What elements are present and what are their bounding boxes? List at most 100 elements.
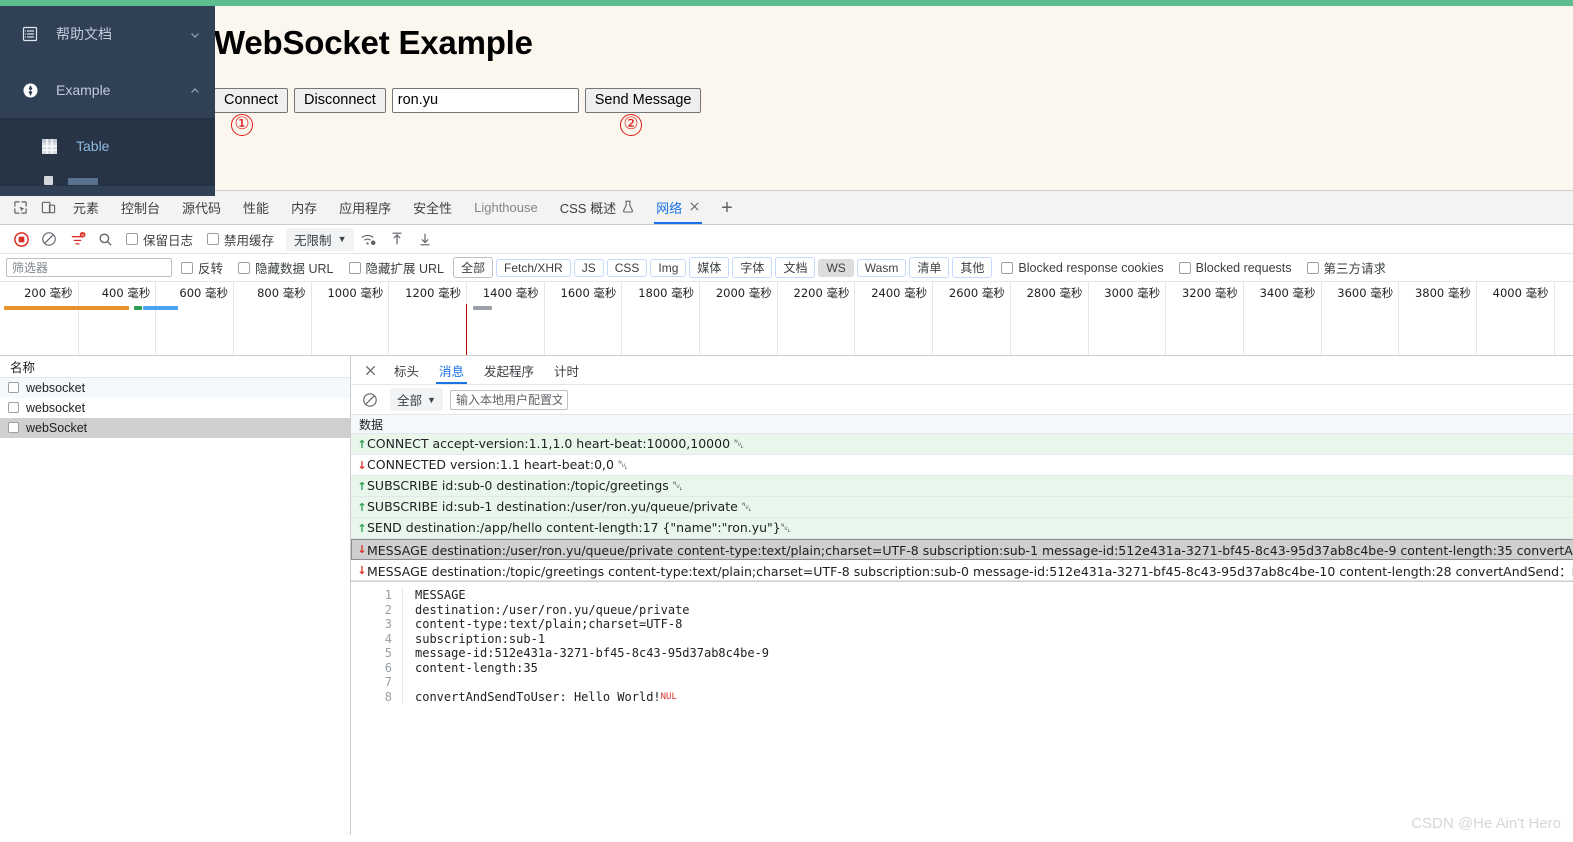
close-icon[interactable]	[689, 200, 700, 215]
list-item[interactable]: ↑ CONNECT accept-version:1.1,1.0 heart-be…	[351, 434, 1573, 455]
tab-security[interactable]: 安全性	[402, 191, 463, 224]
filter-chip-font[interactable]: 字体	[732, 257, 773, 278]
table-row[interactable]: webSocket	[0, 418, 350, 438]
filter-chip-doc[interactable]: 文档	[775, 257, 816, 278]
overview-request-bar	[3, 306, 129, 310]
overview-tick	[1475, 282, 1477, 355]
table-row[interactable]: websocket	[0, 378, 350, 398]
tab-headers[interactable]: 标头	[385, 356, 428, 384]
filter-chip-manifest[interactable]: 清单	[909, 257, 950, 278]
close-detail-icon[interactable]	[357, 357, 383, 383]
overview-tick	[1398, 282, 1400, 355]
tab-memory[interactable]: 内存	[280, 191, 328, 224]
message-text: SEND destination:/app/hello content-leng…	[367, 520, 791, 535]
list-item[interactable]: ↑ SUBSCRIBE id:sub-0 destination:/topic/g…	[351, 476, 1573, 497]
username-input[interactable]	[391, 88, 579, 113]
blocked-requests-checkbox[interactable]: Blocked requests	[1178, 260, 1292, 275]
filter-chip-css[interactable]: CSS	[606, 258, 648, 277]
filter-chip-wasm[interactable]: Wasm	[856, 258, 907, 277]
throttling-select[interactable]: 无限制 ▼	[286, 227, 354, 251]
tab-css-overview[interactable]: CSS 概述	[549, 191, 645, 224]
tab-application[interactable]: 应用程序	[328, 191, 402, 224]
request-checkbox[interactable]	[8, 382, 19, 393]
table-row[interactable]: websocket	[0, 398, 350, 418]
inspect-element-icon[interactable]	[6, 195, 34, 221]
overview-tick	[1087, 282, 1089, 355]
devtools-panel: 元素 控制台 源代码 性能 内存 应用程序 安全性 Lighthouse CSS…	[0, 190, 1573, 842]
list-item[interactable]: ↓ CONNECTED version:1.1 heart-beat:0,0 ␀	[351, 455, 1573, 476]
overview-tick-label: 400 毫秒	[101, 286, 151, 300]
arrow-up-icon[interactable]	[384, 227, 410, 251]
clear-messages-icon[interactable]	[357, 388, 383, 412]
tab-timing[interactable]: 计时	[545, 356, 588, 384]
send-message-button[interactable]: Send Message	[584, 88, 702, 113]
request-checkbox[interactable]	[8, 422, 19, 433]
network-overview-timeline[interactable]: 200 毫秒 400 毫秒 600 毫秒 800 毫秒 1000 毫秒 1200 毫秒 14…	[0, 282, 1573, 356]
message-detail-view: 12345678 MESSAGE destination:/user/ron.yu…	[351, 581, 1573, 835]
filter-chip-fetch-xhr[interactable]: Fetch/XHR	[496, 258, 571, 277]
filter-chip-other[interactable]: 其他	[952, 257, 993, 278]
arrow-up-icon: ↑	[357, 479, 367, 493]
tab-messages[interactable]: 消息	[430, 356, 473, 384]
overview-tick	[543, 282, 545, 355]
checkbox-box	[348, 261, 361, 274]
network-conditions-icon[interactable]	[356, 227, 382, 251]
list-item[interactable]: ↓ MESSAGE destination:/topic/greetings co…	[351, 560, 1573, 581]
filter-chip-ws[interactable]: WS	[818, 258, 854, 277]
tab-network[interactable]: 网络	[645, 191, 711, 224]
arrow-down-icon[interactable]	[412, 227, 438, 251]
connect-button[interactable]: Connect	[214, 88, 289, 113]
tab-initiator[interactable]: 发起程序	[475, 356, 543, 384]
clear-circle-icon[interactable]	[36, 227, 62, 251]
chevron-down-icon: ▼	[427, 394, 436, 405]
sidebar-item-help-docs[interactable]: 帮助文档	[0, 6, 215, 62]
filter-lines-icon[interactable]: ×	[64, 227, 90, 251]
line-number: 7	[384, 675, 392, 689]
messages-type-select[interactable]: 全部 ▼	[390, 388, 443, 411]
third-party-checkbox[interactable]: 第三方请求	[1306, 258, 1386, 277]
code-line: subscription:sub-1	[415, 631, 546, 646]
sidebar-item-partial[interactable]	[0, 174, 215, 186]
page-title: WebSocket Example	[214, 24, 533, 61]
request-checkbox[interactable]	[8, 402, 19, 413]
filter-input[interactable]	[6, 258, 172, 277]
overview-tick	[310, 282, 312, 355]
hide-ext-url-checkbox[interactable]: 隐藏扩展 URL	[348, 258, 444, 277]
add-panel-button[interactable]: +	[711, 198, 743, 218]
line-number: 8	[384, 689, 392, 704]
overview-tick	[77, 282, 79, 355]
tab-lighthouse[interactable]: Lighthouse	[463, 191, 549, 224]
blocked-requests-label: Blocked requests	[1195, 260, 1292, 275]
list-item[interactable]: ↓ MESSAGE destination:/user/ron.yu/queue/…	[351, 539, 1573, 560]
disconnect-button[interactable]: Disconnect	[294, 88, 386, 113]
list-item[interactable]: ↑ SUBSCRIBE id:sub-1 destination:/user/ro…	[351, 497, 1573, 518]
sidebar-item-table[interactable]: Table	[0, 118, 215, 174]
tab-css-overview-label: CSS 概述	[559, 201, 617, 216]
checkbox-box	[1001, 261, 1014, 274]
blocked-cookies-checkbox[interactable]: Blocked response cookies	[1001, 261, 1164, 275]
hide-data-url-label: 隐藏数据 URL	[255, 262, 334, 276]
sidebar-item-example[interactable]: Example	[0, 62, 215, 118]
record-stop-icon[interactable]	[8, 227, 34, 251]
overview-tick	[621, 282, 623, 355]
disable-cache-checkbox[interactable]: 禁用缓存	[207, 230, 274, 249]
device-toolbar-icon[interactable]	[34, 195, 62, 221]
list-item[interactable]: ↑ SEND destination:/app/hello content-len…	[351, 518, 1573, 539]
hide-data-url-checkbox[interactable]: 隐藏数据 URL	[238, 258, 334, 277]
filter-chip-media[interactable]: 媒体	[689, 257, 730, 278]
tab-performance[interactable]: 性能	[232, 191, 280, 224]
arrow-down-icon: ↓	[357, 542, 367, 556]
messages-column-header: 数据	[351, 415, 1573, 434]
preserve-log-checkbox[interactable]: 保留日志	[126, 230, 193, 249]
overview-tick-label: 200 毫秒	[24, 286, 73, 300]
filter-chip-js[interactable]: JS	[573, 258, 604, 277]
filter-chip-img[interactable]: Img	[650, 258, 687, 277]
message-text: CONNECT accept-version:1.1,1.0 heart-bea…	[367, 436, 745, 451]
overview-tick-label: 3800 毫秒	[1414, 286, 1471, 300]
invert-checkbox[interactable]: 反转	[181, 258, 223, 277]
filter-chip-all[interactable]: 全部	[452, 257, 493, 278]
search-icon[interactable]	[92, 227, 118, 251]
chevron-down-icon: ▼	[337, 234, 347, 244]
messages-filter-input[interactable]	[449, 389, 568, 410]
